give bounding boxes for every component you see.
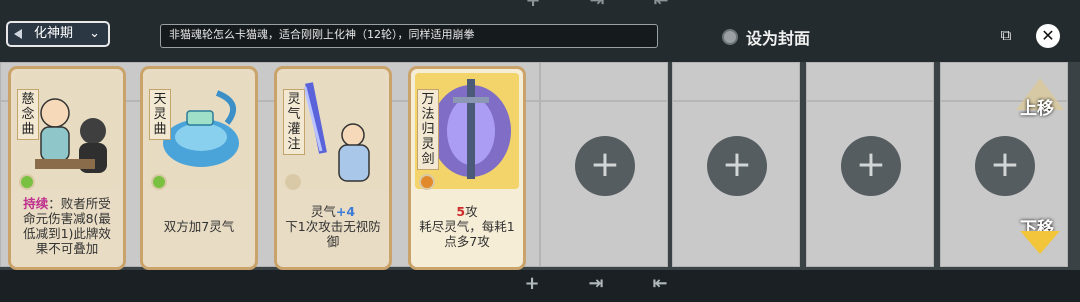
card-gem-icon [19, 174, 35, 190]
import-icon[interactable]: ⇥ [586, 0, 608, 10]
card-name: 慈念曲 [17, 89, 39, 140]
card-description-text: 攻 [465, 203, 478, 219]
card-description-text: 双方加7灵气 [163, 218, 235, 234]
export-icon[interactable]: ⇤ [650, 0, 672, 10]
empty-slot[interactable]: + [540, 62, 668, 267]
import-icon[interactable]: ⇥ [584, 273, 608, 294]
card-name: 万法归灵剑 [417, 89, 439, 170]
card-wanfaguilingjian[interactable]: 万法归灵剑 5攻 耗尽灵气，每耗1点多7攻 [408, 66, 526, 270]
card-description: 持续：败者所受命元伤害减8(最低减到1)此牌效果不可叠加 [17, 189, 117, 263]
card-value: +4 [335, 203, 356, 219]
card-gem-icon [151, 174, 167, 190]
move-up-label[interactable]: 上移 [1020, 94, 1054, 119]
card-description: 灵气+4 下1次攻击无视防御 [283, 189, 383, 263]
card-description: 双方加7灵气 [149, 189, 249, 263]
plus-icon[interactable]: + [975, 136, 1035, 196]
card-name: 天灵曲 [149, 89, 171, 140]
deck-note-input[interactable]: 非猫魂轮怎么卡猫魂，适合刚刚上化神（12轮），同样适用崩拳 [160, 24, 658, 48]
export-icon[interactable]: ⇤ [648, 273, 672, 294]
close-icon[interactable]: ✕ [1036, 24, 1060, 48]
realm-label: 化神期 [34, 26, 74, 41]
card-value: 5 [456, 203, 466, 219]
add-icon[interactable]: + [522, 0, 544, 10]
card-gem-icon [419, 174, 435, 190]
plus-icon[interactable]: + [707, 136, 767, 196]
copy-icon[interactable]: ⧉ [995, 24, 1017, 46]
set-cover-label[interactable]: 设为封面 [746, 25, 810, 49]
card-name: 灵气灌注 [283, 89, 305, 155]
card-lingqiguanzhu[interactable]: 灵气灌注 灵气+4 下1次攻击无视防御 [274, 66, 392, 270]
realm-marker-icon [14, 29, 22, 39]
card-description-text: 耗尽灵气，每耗1点多7攻 [419, 218, 515, 249]
empty-slot[interactable]: + [806, 62, 934, 267]
chevron-down-icon: ⌄ [89, 26, 100, 41]
empty-slot[interactable]: + [672, 62, 800, 267]
card-tianlingqu[interactable]: 天灵曲 双方加7灵气 [140, 66, 258, 270]
set-cover-radio[interactable] [722, 29, 738, 45]
add-icon[interactable]: + [520, 273, 544, 294]
card-cinianqu[interactable]: 慈念曲 持续：败者所受命元伤害减8(最低减到1)此牌效果不可叠加 [8, 66, 126, 270]
card-description-text: 下1次攻击无视防御 [285, 218, 381, 249]
realm-selector[interactable]: 化神期 ⌄ [6, 21, 110, 47]
card-keyword: 持续 [23, 196, 49, 211]
move-down-arrow-icon[interactable] [1012, 226, 1068, 264]
plus-icon[interactable]: + [575, 136, 635, 196]
card-description-text: 灵气 [310, 203, 336, 219]
card-description: 5攻 耗尽灵气，每耗1点多7攻 [417, 189, 517, 263]
plus-icon[interactable]: + [841, 136, 901, 196]
card-gem-icon [285, 174, 301, 190]
